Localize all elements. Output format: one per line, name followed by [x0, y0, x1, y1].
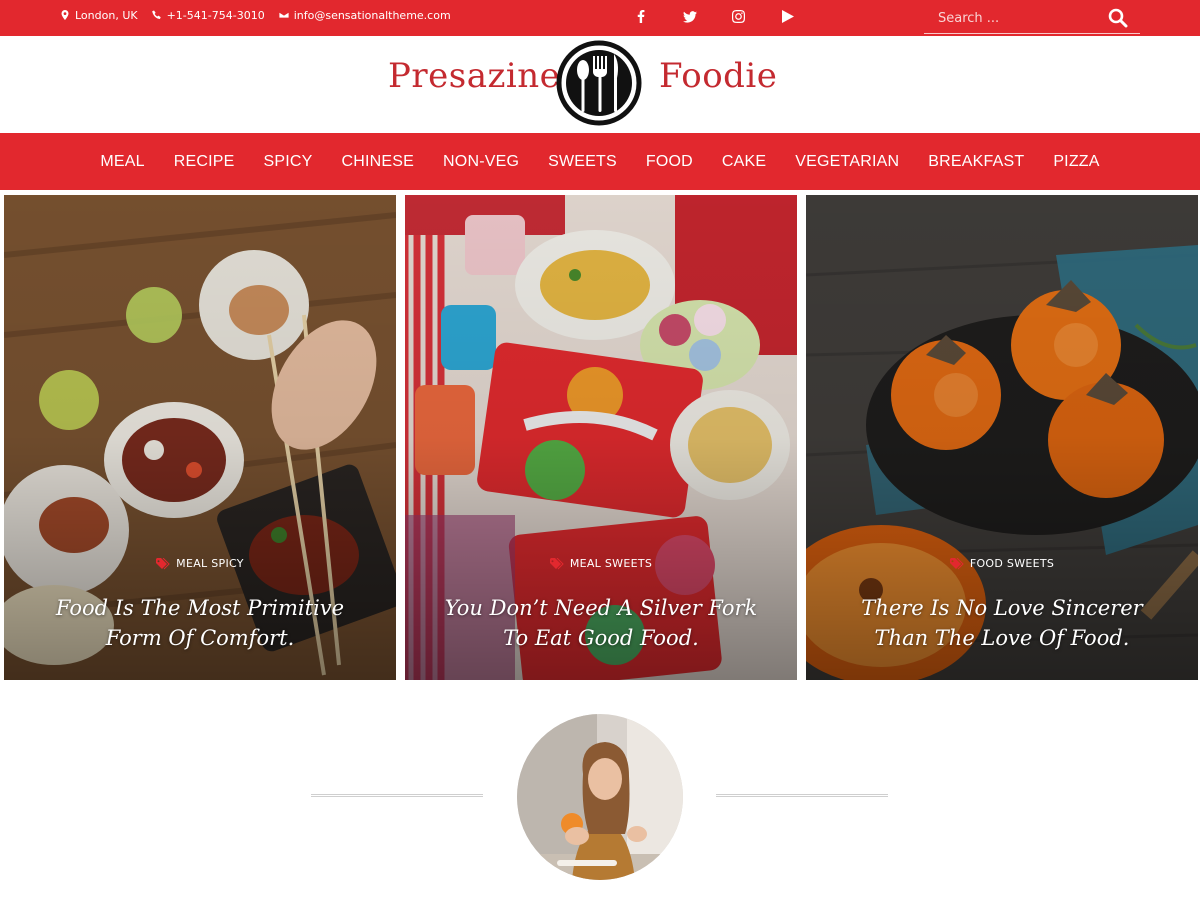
nav-item-chinese[interactable]: CHINESE	[327, 153, 429, 171]
logo-word-presazine: Presazine	[388, 56, 561, 96]
search-box	[924, 4, 1140, 34]
fork-spoon-knife-icon	[556, 40, 642, 126]
nav-item-pizza[interactable]: PIZZA	[1039, 153, 1114, 171]
nav-item-non-veg[interactable]: NON-VEG	[429, 153, 534, 171]
post-title[interactable]: You Don’t Need A Silver Fork To Eat Good…	[435, 593, 767, 653]
top-bar: London, UK +1-541-754-3010 info@sensatio…	[0, 0, 1200, 36]
post-categories: MEAL SPICY	[4, 557, 396, 570]
post-categories-text[interactable]: MEAL SWEETS	[570, 557, 652, 570]
featured-post-card[interactable]: MEAL SPICY Food Is The Most Primitive Fo…	[4, 195, 396, 680]
tag-icon	[156, 557, 170, 569]
tag-icon	[949, 557, 964, 569]
post-title[interactable]: There Is No Love Sincerer Than The Love …	[836, 593, 1168, 653]
phone-item[interactable]: +1-541-754-3010	[151, 9, 265, 22]
nav-item-food[interactable]: FOOD	[631, 153, 707, 171]
about-section	[0, 684, 1200, 900]
youtube-icon[interactable]	[763, 0, 812, 33]
nav-item-cake[interactable]: CAKE	[707, 153, 780, 171]
nav-item-breakfast[interactable]: BREAKFAST	[914, 153, 1039, 171]
social-links	[616, 0, 812, 33]
logo-word-foodie: Foodie	[659, 56, 778, 96]
divider-left	[311, 794, 483, 797]
post-categories: MEAL SWEETS	[405, 557, 797, 570]
contact-info: London, UK +1-541-754-3010 info@sensatio…	[60, 0, 451, 30]
phone-text[interactable]: +1-541-754-3010	[167, 9, 265, 22]
post-categories-text[interactable]: MEAL SPICY	[176, 557, 244, 570]
site-logo[interactable]: Presazine Foodie	[386, 40, 786, 126]
featured-posts: MEAL SPICY Food Is The Most Primitive Fo…	[0, 190, 1200, 684]
nav-item-sweets[interactable]: SWEETS	[534, 153, 632, 171]
divider-right	[716, 794, 888, 797]
author-avatar	[517, 714, 683, 880]
location-text: London, UK	[75, 8, 138, 22]
envelope-icon	[278, 11, 289, 19]
search-input[interactable]	[938, 4, 1108, 32]
post-title[interactable]: Food Is The Most Primitive Form Of Comfo…	[34, 593, 366, 653]
nav-item-vegetarian[interactable]: VEGETARIAN	[781, 153, 914, 171]
post-categories-text[interactable]: FOOD SWEETS	[970, 557, 1054, 570]
nav-item-recipe[interactable]: RECIPE	[159, 153, 249, 171]
map-marker-icon	[61, 10, 69, 20]
instagram-icon[interactable]	[714, 0, 763, 33]
phone-icon	[151, 10, 161, 19]
author-photo	[517, 714, 683, 880]
main-nav: MEAL RECIPE SPICY CHINESE NON-VEG SWEETS…	[0, 133, 1200, 190]
email-text[interactable]: info@sensationaltheme.com	[294, 9, 451, 22]
location-item: London, UK	[60, 9, 138, 22]
nav-item-meal[interactable]: MEAL	[86, 153, 159, 171]
twitter-icon[interactable]	[665, 0, 714, 33]
tag-icon	[549, 557, 564, 569]
nav-item-spicy[interactable]: SPICY	[249, 153, 327, 171]
site-header: Presazine Foodie	[0, 36, 1200, 133]
search-icon[interactable]	[1108, 8, 1128, 28]
featured-post-card[interactable]: MEAL SWEETS You Don’t Need A Silver Fork…	[405, 195, 797, 680]
post-categories: FOOD SWEETS	[806, 557, 1198, 570]
email-item[interactable]: info@sensationaltheme.com	[278, 9, 451, 22]
featured-post-card[interactable]: FOOD SWEETS There Is No Love Sincerer Th…	[806, 195, 1198, 680]
facebook-icon[interactable]	[616, 0, 665, 33]
